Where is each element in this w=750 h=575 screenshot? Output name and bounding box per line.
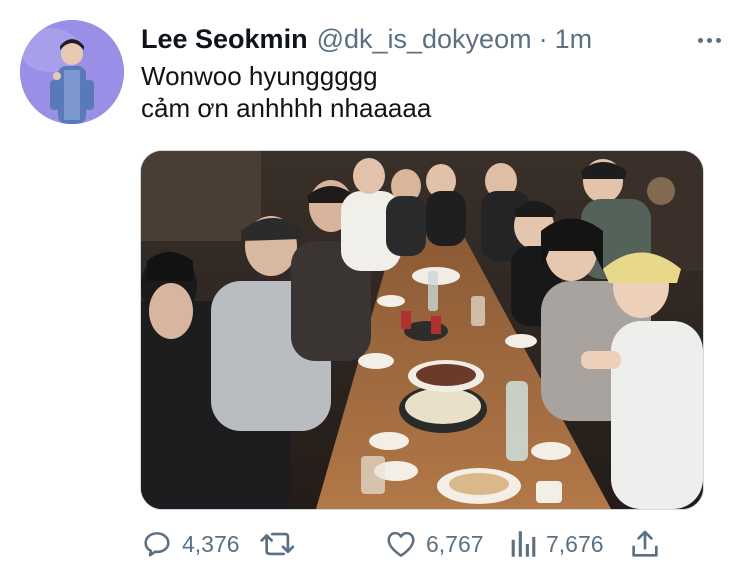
separator: · — [538, 24, 548, 54]
tweet-text: Wonwoo hyunggggg cảm ơn anhhhh nhaaaaa — [141, 60, 431, 124]
timestamp[interactable]: 1m — [555, 24, 593, 55]
tweet-header: Lee Seokmin @dk_is_dokyeom · 1m — [141, 24, 592, 58]
views-count: 7,676 — [546, 530, 604, 557]
tweet-text-line: Wonwoo hyunggggg — [141, 61, 378, 91]
user-handle[interactable]: @dk_is_dokyeom — [317, 24, 532, 55]
like-count: 6,767 — [426, 530, 484, 557]
views-button[interactable]: 7,676 — [508, 524, 604, 564]
tweet-photo[interactable] — [140, 150, 704, 510]
avatar-photo — [20, 20, 124, 124]
reply-icon — [144, 532, 170, 557]
share-icon — [632, 530, 658, 557]
like-button[interactable]: 6,767 — [384, 524, 484, 564]
share-button[interactable] — [628, 524, 662, 564]
reply-count: 4,376 — [182, 530, 240, 557]
heart-icon — [387, 531, 415, 557]
retweet-icon — [260, 532, 295, 556]
tweet-text-line: cảm ơn anhhhh nhaaaaa — [141, 93, 432, 123]
views-bar-chart-icon — [511, 531, 536, 557]
more-horizontal-icon[interactable] — [692, 30, 726, 50]
avatar[interactable] — [20, 20, 124, 124]
tweet: Lee Seokmin @dk_is_dokyeom · 1m Wonwoo h… — [0, 0, 750, 575]
group-dinner-photo — [141, 151, 703, 509]
tweet-actions: 4,376 6,767 7,676 — [140, 524, 740, 564]
display-name[interactable]: Lee Seokmin — [141, 24, 308, 55]
reply-button[interactable]: 4,376 — [140, 524, 240, 564]
retweet-button[interactable] — [258, 524, 298, 564]
